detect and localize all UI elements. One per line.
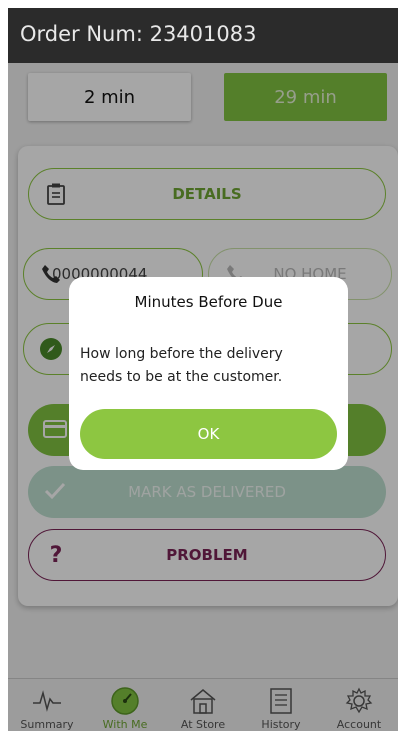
order-title: Order Num: 23401083 bbox=[20, 22, 257, 46]
minutes-before-due-dialog: Minutes Before Due How long before the d… bbox=[69, 277, 348, 470]
app-screen: Order Num: 23401083 2 min 29 min DETAILS… bbox=[8, 8, 398, 731]
order-header: Order Num: 23401083 bbox=[8, 8, 398, 63]
ok-button[interactable]: OK bbox=[80, 409, 337, 459]
dialog-message: How long before the delivery needs to be… bbox=[80, 346, 283, 385]
nav-backdrop bbox=[8, 678, 398, 731]
dialog-title: Minutes Before Due bbox=[134, 293, 283, 311]
